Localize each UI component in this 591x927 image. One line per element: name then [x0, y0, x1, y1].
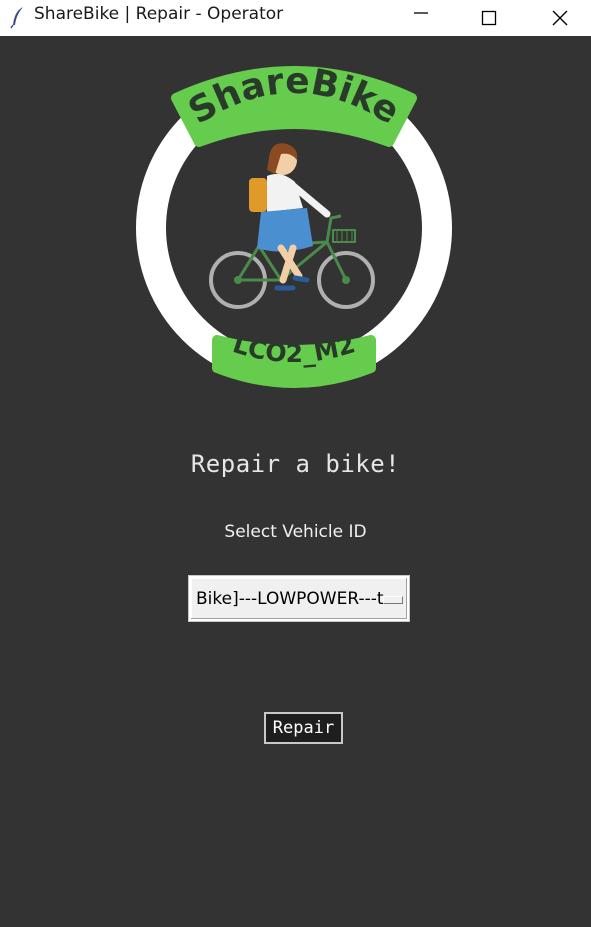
minimize-button[interactable]: [398, 0, 444, 36]
dropdown-indicator-icon[interactable]: [383, 596, 403, 604]
vehicle-id-value: Bike]---LOWPOWER---t: [196, 589, 384, 609]
title-bar: ShareBike | Repair - Operator: [0, 0, 591, 36]
maximize-button[interactable]: [466, 0, 512, 36]
vehicle-id-select[interactable]: Bike]---LOWPOWER---t: [188, 575, 410, 622]
close-button[interactable]: [537, 0, 583, 36]
vehicle-id-label: Select Vehicle ID: [224, 522, 367, 542]
window-title: ShareBike | Repair - Operator: [34, 4, 284, 24]
maximize-icon: [481, 10, 497, 26]
repair-button[interactable]: Repair: [264, 712, 343, 744]
page-heading: Repair a bike!: [190, 450, 401, 478]
sharebike-logo: ShareBike LCO2_M2: [136, 61, 452, 388]
logo-bottom-text: LCO2_M2: [230, 329, 359, 368]
close-icon: [552, 10, 568, 26]
minimize-icon: [414, 12, 428, 14]
feather-icon: [10, 7, 23, 29]
